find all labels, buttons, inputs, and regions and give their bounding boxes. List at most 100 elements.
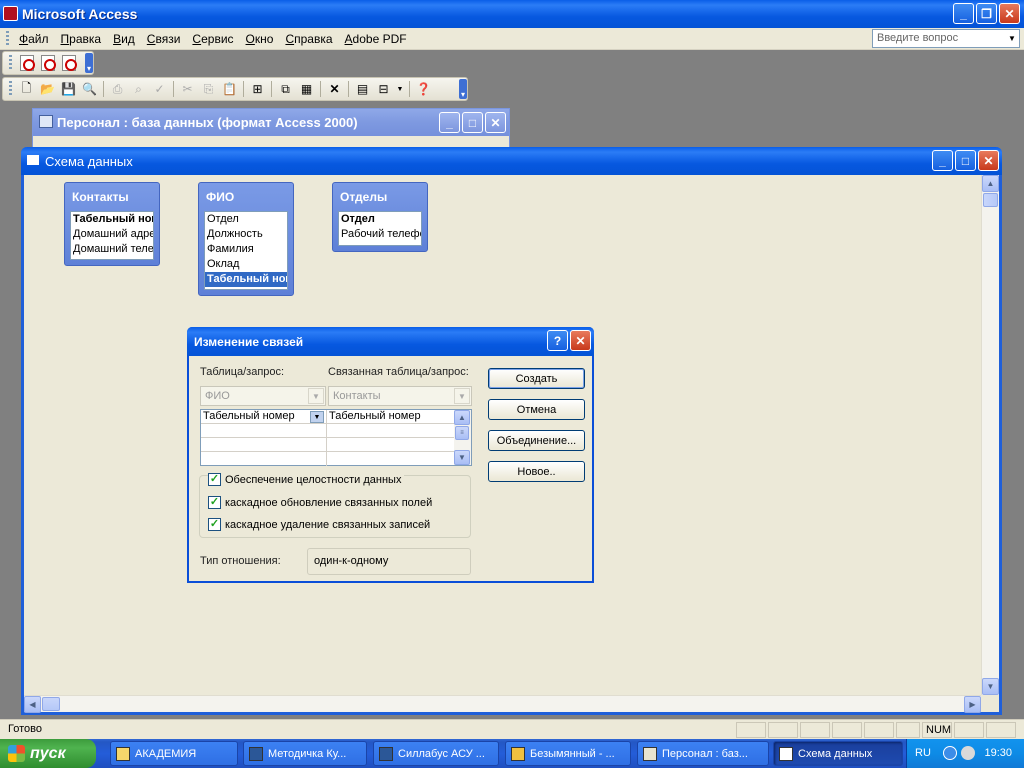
database-window-icon[interactable]: ▤ bbox=[354, 81, 371, 98]
field-item[interactable]: Должность bbox=[205, 227, 287, 242]
grid-cell-left[interactable]: Табельный номер bbox=[201, 410, 295, 424]
help-icon[interactable]: ❓ bbox=[415, 81, 432, 98]
field-list[interactable]: Отдел Рабочий телефон bbox=[338, 211, 422, 246]
field-item[interactable]: Оклад bbox=[205, 257, 287, 272]
chevron-down-icon[interactable]: ▼ bbox=[396, 81, 404, 98]
checkmark-icon[interactable]: ✓ bbox=[208, 518, 221, 531]
open-folder-icon[interactable]: 📂 bbox=[39, 81, 56, 98]
dialog-title-bar[interactable]: Изменение связей ? ✕ bbox=[187, 327, 594, 356]
table-title[interactable]: Отделы bbox=[338, 183, 422, 211]
grid-row[interactable]: Табельный номер ▼ Табельный номер bbox=[201, 410, 455, 424]
help-button[interactable]: ? bbox=[547, 330, 568, 351]
table-fio[interactable]: ФИО Отдел Должность Фамилия Оклад Табель… bbox=[198, 182, 294, 296]
db-close-button[interactable]: ✕ bbox=[485, 112, 506, 133]
table-title[interactable]: ФИО bbox=[204, 183, 288, 211]
create-button[interactable]: Создать bbox=[488, 368, 585, 389]
file-search-icon[interactable]: 🔍 bbox=[81, 81, 98, 98]
show-all-relationships-icon[interactable]: ▦ bbox=[298, 81, 315, 98]
database-window-title-bar[interactable]: Персонал : база данных (формат Access 20… bbox=[33, 109, 509, 136]
save-icon[interactable]: 💾 bbox=[60, 81, 77, 98]
dialog-close-button[interactable]: ✕ bbox=[570, 330, 591, 351]
scroll-down-icon[interactable]: ▼ bbox=[454, 450, 470, 465]
cascade-update-checkbox[interactable]: ✓ каскадное обновление связанных полей bbox=[208, 496, 432, 509]
minimize-button[interactable]: _ bbox=[953, 3, 974, 24]
chevron-down-icon[interactable]: ▼ bbox=[310, 411, 324, 423]
join-type-button[interactable]: Объединение... bbox=[488, 430, 585, 451]
paste-icon[interactable]: 📋 bbox=[221, 81, 238, 98]
taskbar-item-schema[interactable]: Схема данных bbox=[773, 741, 903, 766]
integrity-label[interactable]: Обеспечение целостности данных bbox=[225, 474, 401, 486]
taskbar-item-database[interactable]: Персонал : баз... bbox=[637, 741, 769, 766]
field-item-selected[interactable]: Табельный номер bbox=[205, 272, 287, 287]
spelling-icon[interactable]: ✓ bbox=[151, 81, 168, 98]
print-preview-icon[interactable]: ⌕ bbox=[130, 81, 147, 98]
vertical-scroll-thumb[interactable] bbox=[983, 193, 998, 207]
db-maximize-button[interactable]: □ bbox=[462, 112, 483, 133]
app-title-bar[interactable]: Microsoft Access _ ❐ ✕ bbox=[0, 0, 1024, 28]
relationships-window-title-bar[interactable]: Схема данных _ □ ✕ bbox=[21, 147, 1002, 175]
scroll-up-icon[interactable]: ▲ bbox=[454, 410, 470, 425]
table-contacts[interactable]: Контакты Табельный номер Домашний адрес … bbox=[64, 182, 160, 266]
copy-icon[interactable]: ⎘ bbox=[200, 81, 217, 98]
chevron-down-icon[interactable]: ▼ bbox=[454, 388, 470, 404]
taskbar-item-manual[interactable]: Методичка Ку... bbox=[243, 741, 367, 766]
table-query-combo[interactable]: ФИО ▼ bbox=[200, 386, 326, 406]
field-item[interactable]: Рабочий телефон bbox=[339, 227, 421, 242]
language-indicator[interactable]: RU bbox=[915, 747, 931, 759]
cascade-update-label[interactable]: каскадное обновление связанных полей bbox=[225, 497, 432, 509]
toolbar-options-icon[interactable]: ▾ bbox=[85, 53, 93, 73]
schema-minimize-button[interactable]: _ bbox=[932, 150, 953, 171]
toolbar-grip-icon[interactable] bbox=[9, 81, 12, 97]
field-list[interactable]: Отдел Должность Фамилия Оклад Табельный … bbox=[204, 211, 288, 290]
field-item[interactable]: Фамилия bbox=[205, 242, 287, 257]
horizontal-scroll-thumb[interactable] bbox=[42, 697, 60, 711]
cancel-button[interactable]: Отмена bbox=[488, 399, 585, 420]
field-item[interactable]: Домашний телефон bbox=[71, 242, 153, 257]
horizontal-scrollbar[interactable]: ◀ ▶ bbox=[24, 695, 981, 713]
restore-button[interactable]: ❐ bbox=[976, 3, 997, 24]
close-button[interactable]: ✕ bbox=[999, 3, 1020, 24]
show-table-icon[interactable]: ⊞ bbox=[249, 81, 266, 98]
grid-row[interactable] bbox=[201, 424, 455, 438]
new-document-icon[interactable]: 🗋 bbox=[18, 81, 35, 98]
menu-adobe-pdf[interactable]: Adobe PDF bbox=[339, 32, 413, 46]
print-icon[interactable]: ⎙ bbox=[109, 81, 126, 98]
vertical-scrollbar[interactable]: ▲ ▼ bbox=[981, 175, 999, 695]
grid-cell-right[interactable] bbox=[326, 438, 455, 452]
table-departments[interactable]: Отделы Отдел Рабочий телефон bbox=[332, 182, 428, 252]
menu-help[interactable]: Справка bbox=[279, 32, 338, 46]
table-title[interactable]: Контакты bbox=[70, 183, 154, 211]
cascade-delete-label[interactable]: каскадное удаление связанных записей bbox=[225, 519, 430, 531]
menu-window[interactable]: Окно bbox=[240, 32, 280, 46]
grid-cell-right[interactable] bbox=[326, 424, 455, 438]
related-table-combo[interactable]: Контакты ▼ bbox=[328, 386, 472, 406]
toolbar-options-icon[interactable]: ▾ bbox=[459, 79, 467, 99]
cut-icon[interactable]: ✂ bbox=[179, 81, 196, 98]
field-list[interactable]: Табельный номер Домашний адрес Домашний … bbox=[70, 211, 154, 260]
convert-to-pdf-icon[interactable] bbox=[18, 55, 35, 72]
toolbar-grip-icon[interactable] bbox=[6, 30, 9, 47]
create-new-button[interactable]: Новое.. bbox=[488, 461, 585, 482]
integrity-checkbox[interactable]: ✓ Обеспечение целостности данных bbox=[208, 473, 405, 486]
taskbar-item-syllabus[interactable]: Силлабус АСУ ... bbox=[373, 741, 499, 766]
taskbar-item-academy[interactable]: АКАДЕМИЯ bbox=[110, 741, 238, 766]
scroll-down-icon[interactable]: ▼ bbox=[982, 678, 999, 695]
scroll-right-icon[interactable]: ▶ bbox=[964, 696, 981, 713]
speaker-icon[interactable] bbox=[961, 746, 975, 760]
scroll-up-icon[interactable]: ▲ bbox=[982, 175, 999, 192]
menu-file[interactable]: Файл bbox=[13, 32, 55, 46]
grid-scroll-thumb[interactable]: ≡ bbox=[455, 426, 469, 440]
delete-icon[interactable]: ✕ bbox=[326, 81, 343, 98]
ask-question-input[interactable]: Введите вопрос ▼ bbox=[872, 29, 1020, 48]
grid-row[interactable] bbox=[201, 452, 455, 466]
schema-close-button[interactable]: ✕ bbox=[978, 150, 999, 171]
collapse-tray-icon[interactable] bbox=[943, 746, 957, 760]
menu-tools[interactable]: Сервис bbox=[186, 32, 239, 46]
clock[interactable]: 19:30 bbox=[984, 747, 1012, 759]
chevron-down-icon[interactable]: ▼ bbox=[308, 388, 324, 404]
schema-maximize-button[interactable]: □ bbox=[955, 150, 976, 171]
show-direct-relationships-icon[interactable]: ⧉ bbox=[277, 81, 294, 98]
db-minimize-button[interactable]: _ bbox=[439, 112, 460, 133]
taskbar-item-paint[interactable]: Безымянный - ... bbox=[505, 741, 631, 766]
toolbar-grip-icon[interactable] bbox=[9, 55, 12, 71]
